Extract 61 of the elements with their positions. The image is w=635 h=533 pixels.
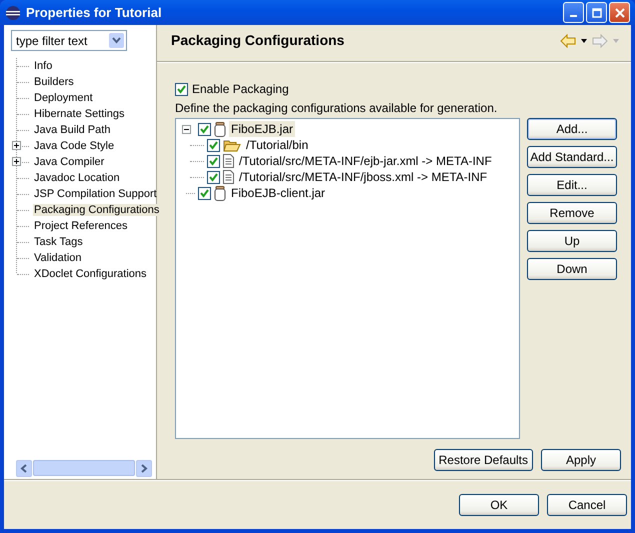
sidebar-item[interactable]: Deployment: [33, 92, 94, 104]
action-button[interactable]: Edit...: [527, 174, 617, 196]
scroll-right-icon[interactable]: [136, 460, 152, 477]
expand-icon[interactable]: [12, 141, 21, 150]
action-button[interactable]: Add...: [527, 118, 617, 140]
tree-item[interactable]: FiboEJB-client.jar: [229, 185, 328, 201]
tree-item[interactable]: /Tutorial/bin: [244, 137, 310, 153]
filter-field[interactable]: type filter text: [11, 30, 127, 51]
collapse-icon[interactable]: [182, 124, 191, 134]
maximize-icon: [592, 8, 602, 18]
file-icon: [223, 154, 234, 168]
expand-icon[interactable]: [12, 157, 21, 166]
action-button[interactable]: Add Standard...: [527, 146, 617, 168]
jar-icon: [214, 186, 226, 200]
sidebar-item[interactable]: Hibernate Settings: [33, 108, 126, 120]
page-button[interactable]: Apply: [541, 449, 621, 471]
checkbox[interactable]: [198, 186, 211, 200]
caret-icon[interactable]: [581, 39, 587, 43]
tree-item[interactable]: /Tutorial/src/META-INF/jboss.xml -> META-INF: [237, 169, 490, 185]
checkbox[interactable]: [175, 82, 188, 96]
description-text: Define the packaging configurations available for generation.: [175, 101, 498, 117]
eclipse-icon: [5, 4, 21, 20]
sidebar-item[interactable]: Java Build Path: [33, 124, 112, 136]
close-icon: [614, 8, 624, 18]
sidebar-item[interactable]: Javadoc Location: [33, 172, 121, 184]
checkbox-label: Enable Packaging: [192, 82, 289, 96]
tree-item[interactable]: FiboEJB.jar: [229, 121, 296, 137]
tree-item[interactable]: /Tutorial/src/META-INF/ejb-jar.xml -> META-INF: [237, 153, 494, 169]
sidebar-item[interactable]: JSP Compilation Support: [33, 188, 158, 200]
dialog-button[interactable]: OK: [459, 494, 539, 516]
page-title: Packaging Configurations: [171, 32, 346, 48]
action-button[interactable]: Up: [527, 230, 617, 252]
maximize-button[interactable]: [586, 2, 607, 23]
sidebar-item[interactable]: Info: [33, 60, 54, 72]
sidebar-item[interactable]: Project References: [33, 220, 129, 232]
minimize-icon: [570, 14, 577, 16]
back-arrow-icon[interactable]: [560, 34, 576, 48]
scroll-thumb[interactable]: [33, 460, 135, 476]
sidebar-item[interactable]: Task Tags: [33, 236, 84, 248]
page-button[interactable]: Restore Defaults: [434, 449, 533, 471]
sidebar-item[interactable]: Validation: [33, 252, 82, 264]
sidebar-item[interactable]: Packaging Configurations: [33, 204, 160, 216]
dialog-button[interactable]: Cancel: [547, 494, 627, 516]
checkbox[interactable]: [207, 170, 220, 184]
file-icon: [223, 170, 234, 184]
window-title: Properties for Tutorial: [26, 5, 163, 20]
sidebar-item[interactable]: Java Compiler: [33, 156, 106, 168]
checkbox[interactable]: [198, 122, 211, 136]
close-button[interactable]: [609, 2, 630, 23]
checkbox[interactable]: [207, 138, 220, 152]
scroll-left-icon[interactable]: [16, 460, 32, 477]
minimize-button[interactable]: [563, 2, 584, 23]
folder-icon: [223, 138, 241, 152]
dropdown-icon[interactable]: [109, 33, 124, 48]
sidebar-item[interactable]: Builders: [33, 76, 75, 88]
sidebar-item[interactable]: XDoclet Configurations: [33, 268, 148, 280]
jar-icon: [214, 122, 226, 136]
action-button[interactable]: Down: [527, 258, 617, 280]
action-button[interactable]: Remove: [527, 202, 617, 224]
sidebar-item[interactable]: Java Code Style: [33, 140, 116, 152]
checkbox[interactable]: [207, 154, 220, 168]
